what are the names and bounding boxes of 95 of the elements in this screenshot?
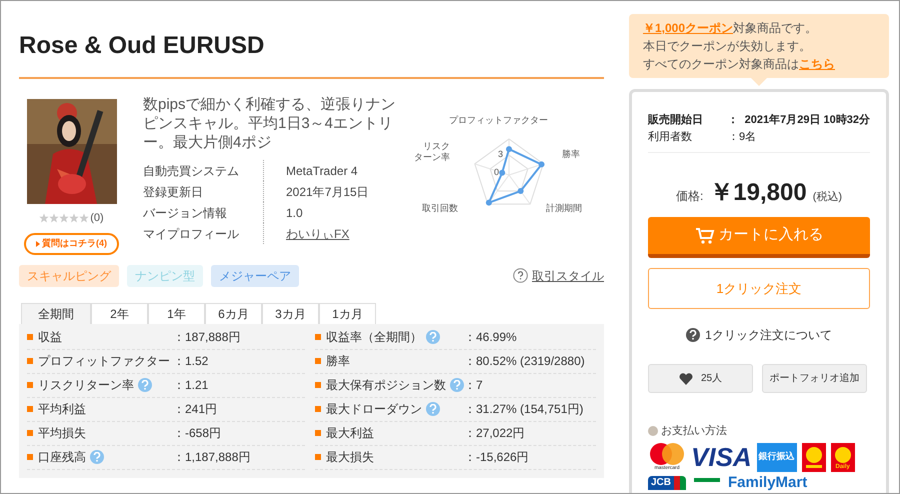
- info-value: 2021年7月15日: [286, 184, 369, 200]
- bullet-icon: [27, 334, 33, 340]
- sale-info-label: 利用者数: [648, 130, 693, 145]
- bullet-icon: [27, 382, 33, 388]
- tag: スキャルピング: [19, 264, 119, 286]
- bullet-icon: [315, 382, 321, 388]
- trading-style-link[interactable]: 取引スタイル: [532, 266, 604, 284]
- stat-label: 収益率（全期間）: [326, 329, 422, 346]
- radar-axis-label: リスク: [423, 141, 450, 152]
- d-point-logo: [802, 442, 826, 472]
- tag: メジャーペア: [211, 264, 299, 286]
- bullet-icon: [315, 334, 321, 340]
- star-icon: [59, 213, 70, 224]
- coupon-text: すべてのクーポン対象商品は: [643, 57, 799, 71]
- stat-value: ：-15,626円: [464, 449, 530, 466]
- stat-label: 最大保有ポジション数: [326, 377, 446, 394]
- cart-icon: [694, 226, 714, 244]
- star-icon: [49, 213, 60, 224]
- radar-axis-label: 計測期間: [546, 203, 582, 214]
- sale-info-value: ：9名: [728, 130, 756, 145]
- star-icon: [69, 213, 80, 224]
- bullet-icon: [315, 454, 321, 460]
- stat-label: リスクリターン率: [38, 377, 134, 394]
- bullet-icon: [315, 430, 321, 436]
- stat-label: 最大ドローダウン: [326, 401, 422, 418]
- triangle-icon: [36, 240, 40, 246]
- info-label: 登録更新日: [143, 184, 204, 200]
- stat-value: ：1.21: [173, 377, 210, 394]
- period-tab[interactable]: 6カ月: [205, 302, 262, 324]
- bullet-icon: [27, 454, 33, 460]
- info-label: マイプロフィール: [143, 226, 240, 242]
- radar-axis-label: 取引回数: [422, 203, 458, 214]
- price: ￥19,800: [709, 178, 807, 208]
- stat-label: 最大損失: [326, 449, 374, 466]
- profile-link[interactable]: わいりぃFX: [286, 224, 350, 242]
- add-to-portfolio-button[interactable]: ポートフォリオ追加: [762, 364, 867, 393]
- info-label: バージョン情報: [143, 204, 228, 222]
- stat-value: ：-658円: [173, 425, 222, 442]
- period-tab[interactable]: 2年: [91, 302, 148, 324]
- jcb-logo: JCB: [648, 476, 686, 490]
- product-title: Rose & Oud EURUSD: [19, 31, 604, 79]
- stat-value: ：80.52% (2319/2880): [464, 353, 586, 370]
- stat-value: ：241円: [173, 401, 218, 418]
- period-tab[interactable]: 全期間: [21, 302, 91, 324]
- product-description: 数pipsで細かく利確する、逆張りナンピンスキャル。平均1日3～4エントリー。最大片側4ポジ: [143, 95, 397, 152]
- sale-info-label: 販売開始日: [648, 112, 704, 128]
- stat-label: 最大利益: [326, 425, 374, 442]
- radar-axis-label: ターン率: [414, 152, 450, 163]
- visa-logo: VISA: [691, 443, 752, 471]
- stat-value: ：31.27% (154,751円): [464, 401, 584, 418]
- payment-title: お支払い方法: [661, 424, 727, 439]
- rating-count: (0): [90, 211, 104, 226]
- star-icon: [39, 213, 50, 224]
- like-button[interactable]: 25人: [648, 364, 753, 393]
- radar-axis-label: プロフィットファクター: [449, 115, 548, 126]
- one-click-help-link[interactable]: 1クリック注文について: [705, 326, 832, 344]
- radar-axis-label: 勝率: [562, 149, 580, 160]
- stat-value: ：7: [464, 377, 484, 394]
- stat-label: 収益: [38, 329, 62, 346]
- stat-label: 口座残高: [38, 449, 86, 466]
- period-tab[interactable]: 1カ月: [319, 302, 376, 324]
- stat-label: 平均利益: [38, 401, 86, 418]
- bullet-icon: [27, 406, 33, 412]
- stat-label: 平均損失: [38, 425, 86, 442]
- sale-info-value: ： 2021年7月29日 10時32分: [728, 112, 870, 128]
- heart-icon: [678, 372, 693, 384]
- info-value: 1.0: [286, 204, 303, 222]
- info-value: MetaTrader 4: [286, 162, 358, 180]
- familymart-logo: FamilyMart: [728, 476, 808, 490]
- coupon-text: 本日でクーポンが失効します。: [643, 38, 812, 55]
- stat-value: ：46.99%: [464, 329, 518, 346]
- radar-tick-label: 0: [494, 167, 500, 177]
- stat-value: ：27,022円: [464, 425, 526, 442]
- help-icon[interactable]: [686, 328, 700, 342]
- bullet-icon: [648, 426, 658, 436]
- help-icon[interactable]: [513, 268, 528, 283]
- period-tab[interactable]: 1年: [148, 302, 205, 324]
- info-label: 自動売買システム: [143, 162, 240, 180]
- period-tab[interactable]: 3カ月: [262, 302, 319, 324]
- bullet-icon: [27, 358, 33, 364]
- bullet-icon: [315, 406, 321, 412]
- bullet-icon: [315, 358, 321, 364]
- stat-value: ：187,888円: [173, 329, 242, 346]
- tag: ナンピン型: [127, 264, 203, 286]
- stat-label: プロフィットファクター: [38, 353, 170, 370]
- bullet-icon: [27, 430, 33, 436]
- stat-value: ：1,187,888円: [173, 449, 252, 466]
- radar-tick-label: 3: [498, 149, 504, 159]
- bank-transfer-logo: 銀行振込: [756, 442, 797, 472]
- stat-label: 勝率: [326, 353, 350, 370]
- price-label: 価格:: [676, 188, 704, 205]
- stat-value: ：1.52: [173, 353, 210, 370]
- star-icon: [79, 213, 90, 224]
- tax-note: (税込): [812, 190, 842, 205]
- coupon-text: 対象商品です。: [733, 21, 818, 35]
